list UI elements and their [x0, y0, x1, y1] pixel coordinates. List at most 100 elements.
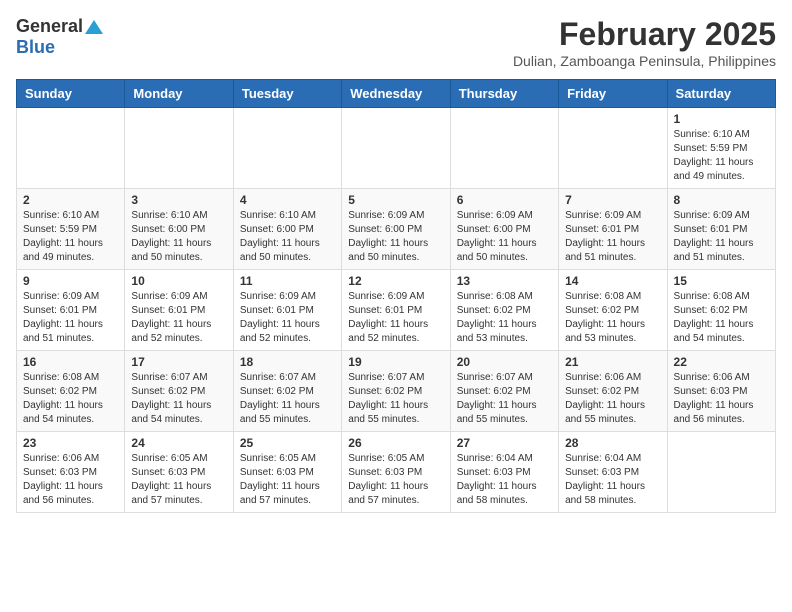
- day-info: Sunrise: 6:08 AM Sunset: 6:02 PM Dayligh…: [457, 290, 552, 346]
- day-info: Sunrise: 6:09 AM Sunset: 6:01 PM Dayligh…: [131, 290, 226, 346]
- day-info: Sunrise: 6:05 AM Sunset: 6:03 PM Dayligh…: [348, 452, 443, 508]
- day-number: 20: [457, 355, 552, 369]
- day-number: 19: [348, 355, 443, 369]
- day-info: Sunrise: 6:05 AM Sunset: 6:03 PM Dayligh…: [240, 452, 335, 508]
- day-info: Sunrise: 6:06 AM Sunset: 6:03 PM Dayligh…: [674, 371, 769, 427]
- day-info: Sunrise: 6:09 AM Sunset: 6:00 PM Dayligh…: [348, 209, 443, 265]
- page-title: February 2025: [513, 16, 776, 53]
- day-info: Sunrise: 6:09 AM Sunset: 6:01 PM Dayligh…: [348, 290, 443, 346]
- day-info: Sunrise: 6:04 AM Sunset: 6:03 PM Dayligh…: [565, 452, 660, 508]
- day-number: 18: [240, 355, 335, 369]
- calendar-week-2: 2Sunrise: 6:10 AM Sunset: 5:59 PM Daylig…: [17, 189, 776, 270]
- calendar-cell: [17, 108, 125, 189]
- calendar-cell: 23 Sunrise: 6:06 AM Sunset: 6:03 PM Dayli…: [17, 432, 125, 513]
- day-info: Sunrise: 6:04 AM Sunset: 6:03 PM Dayligh…: [457, 452, 552, 508]
- day-number: 7: [565, 193, 660, 207]
- calendar-cell: [667, 432, 775, 513]
- day-info: Sunrise: 6:08 AM Sunset: 6:02 PM Dayligh…: [565, 290, 660, 346]
- calendar-header-row: SundayMondayTuesdayWednesdayThursdayFrid…: [17, 80, 776, 108]
- day-number: 14: [565, 274, 660, 288]
- calendar-cell: [559, 108, 667, 189]
- day-number: 27: [457, 436, 552, 450]
- calendar-cell: 27 Sunrise: 6:04 AM Sunset: 6:03 PM Dayli…: [450, 432, 558, 513]
- day-number: 17: [131, 355, 226, 369]
- calendar-cell: 17 Sunrise: 6:07 AM Sunset: 6:02 PM Dayli…: [125, 351, 233, 432]
- day-info: Sunrise: 6:08 AM Sunset: 6:02 PM Dayligh…: [23, 371, 118, 427]
- calendar-cell: 21Sunrise: 6:06 AM Sunset: 6:02 PM Dayli…: [559, 351, 667, 432]
- weekday-header-monday: Monday: [125, 80, 233, 108]
- day-info: Sunrise: 6:10 AM Sunset: 6:00 PM Dayligh…: [131, 209, 226, 265]
- day-info: Sunrise: 6:08 AM Sunset: 6:02 PM Dayligh…: [674, 290, 769, 346]
- calendar-cell: 4 Sunrise: 6:10 AM Sunset: 6:00 PM Daylig…: [233, 189, 341, 270]
- weekday-header-friday: Friday: [559, 80, 667, 108]
- day-number: 22: [674, 355, 769, 369]
- day-info: Sunrise: 6:10 AM Sunset: 5:59 PM Dayligh…: [674, 128, 769, 184]
- weekday-header-sunday: Sunday: [17, 80, 125, 108]
- page-subtitle: Dulian, Zamboanga Peninsula, Philippines: [513, 53, 776, 69]
- day-number: 3: [131, 193, 226, 207]
- calendar-cell: [342, 108, 450, 189]
- calendar-cell: 5 Sunrise: 6:09 AM Sunset: 6:00 PM Daylig…: [342, 189, 450, 270]
- calendar-cell: 6 Sunrise: 6:09 AM Sunset: 6:00 PM Daylig…: [450, 189, 558, 270]
- calendar-cell: 26Sunrise: 6:05 AM Sunset: 6:03 PM Dayli…: [342, 432, 450, 513]
- calendar-week-4: 16 Sunrise: 6:08 AM Sunset: 6:02 PM Dayli…: [17, 351, 776, 432]
- day-number: 5: [348, 193, 443, 207]
- calendar-cell: 14 Sunrise: 6:08 AM Sunset: 6:02 PM Dayli…: [559, 270, 667, 351]
- day-number: 1: [674, 112, 769, 126]
- calendar-cell: 3 Sunrise: 6:10 AM Sunset: 6:00 PM Daylig…: [125, 189, 233, 270]
- calendar-cell: 8 Sunrise: 6:09 AM Sunset: 6:01 PM Daylig…: [667, 189, 775, 270]
- calendar-cell: 20 Sunrise: 6:07 AM Sunset: 6:02 PM Dayli…: [450, 351, 558, 432]
- page-header: General Blue February 2025 Dulian, Zambo…: [16, 16, 776, 69]
- day-info: Sunrise: 6:09 AM Sunset: 6:01 PM Dayligh…: [565, 209, 660, 265]
- calendar-cell: 16 Sunrise: 6:08 AM Sunset: 6:02 PM Dayli…: [17, 351, 125, 432]
- day-number: 10: [131, 274, 226, 288]
- day-number: 4: [240, 193, 335, 207]
- day-info: Sunrise: 6:07 AM Sunset: 6:02 PM Dayligh…: [131, 371, 226, 427]
- calendar-cell: 2Sunrise: 6:10 AM Sunset: 5:59 PM Daylig…: [17, 189, 125, 270]
- weekday-header-tuesday: Tuesday: [233, 80, 341, 108]
- calendar-cell: 12 Sunrise: 6:09 AM Sunset: 6:01 PM Dayli…: [342, 270, 450, 351]
- calendar-cell: 7 Sunrise: 6:09 AM Sunset: 6:01 PM Daylig…: [559, 189, 667, 270]
- weekday-header-wednesday: Wednesday: [342, 80, 450, 108]
- calendar-cell: 25Sunrise: 6:05 AM Sunset: 6:03 PM Dayli…: [233, 432, 341, 513]
- day-number: 9: [23, 274, 118, 288]
- day-number: 6: [457, 193, 552, 207]
- calendar-cell: 15 Sunrise: 6:08 AM Sunset: 6:02 PM Dayli…: [667, 270, 775, 351]
- calendar-week-5: 23 Sunrise: 6:06 AM Sunset: 6:03 PM Dayli…: [17, 432, 776, 513]
- day-info: Sunrise: 6:07 AM Sunset: 6:02 PM Dayligh…: [348, 371, 443, 427]
- calendar-cell: [233, 108, 341, 189]
- day-info: Sunrise: 6:10 AM Sunset: 6:00 PM Dayligh…: [240, 209, 335, 265]
- day-number: 12: [348, 274, 443, 288]
- calendar-cell: 18Sunrise: 6:07 AM Sunset: 6:02 PM Dayli…: [233, 351, 341, 432]
- day-number: 11: [240, 274, 335, 288]
- calendar-week-3: 9 Sunrise: 6:09 AM Sunset: 6:01 PM Daylig…: [17, 270, 776, 351]
- calendar-cell: 10 Sunrise: 6:09 AM Sunset: 6:01 PM Dayli…: [125, 270, 233, 351]
- calendar-cell: [125, 108, 233, 189]
- calendar-cell: 13Sunrise: 6:08 AM Sunset: 6:02 PM Dayli…: [450, 270, 558, 351]
- logo: General Blue: [16, 16, 103, 58]
- day-number: 15: [674, 274, 769, 288]
- day-info: Sunrise: 6:09 AM Sunset: 6:00 PM Dayligh…: [457, 209, 552, 265]
- day-number: 2: [23, 193, 118, 207]
- logo-general-text: General: [16, 16, 83, 37]
- day-info: Sunrise: 6:07 AM Sunset: 6:02 PM Dayligh…: [457, 371, 552, 427]
- weekday-header-saturday: Saturday: [667, 80, 775, 108]
- day-number: 23: [23, 436, 118, 450]
- day-number: 8: [674, 193, 769, 207]
- title-block: February 2025 Dulian, Zamboanga Peninsul…: [513, 16, 776, 69]
- calendar-cell: 28Sunrise: 6:04 AM Sunset: 6:03 PM Dayli…: [559, 432, 667, 513]
- logo-blue-text: Blue: [16, 37, 55, 58]
- day-info: Sunrise: 6:09 AM Sunset: 6:01 PM Dayligh…: [240, 290, 335, 346]
- logo-icon: [85, 18, 103, 36]
- day-info: Sunrise: 6:09 AM Sunset: 6:01 PM Dayligh…: [674, 209, 769, 265]
- day-number: 16: [23, 355, 118, 369]
- calendar-cell: 1 Sunrise: 6:10 AM Sunset: 5:59 PM Daylig…: [667, 108, 775, 189]
- calendar-week-1: 1 Sunrise: 6:10 AM Sunset: 5:59 PM Daylig…: [17, 108, 776, 189]
- calendar-cell: 11 Sunrise: 6:09 AM Sunset: 6:01 PM Dayli…: [233, 270, 341, 351]
- calendar-cell: [450, 108, 558, 189]
- calendar-table: SundayMondayTuesdayWednesdayThursdayFrid…: [16, 79, 776, 513]
- calendar-cell: 19 Sunrise: 6:07 AM Sunset: 6:02 PM Dayli…: [342, 351, 450, 432]
- day-info: Sunrise: 6:06 AM Sunset: 6:03 PM Dayligh…: [23, 452, 118, 508]
- calendar-cell: 22 Sunrise: 6:06 AM Sunset: 6:03 PM Dayli…: [667, 351, 775, 432]
- day-info: Sunrise: 6:09 AM Sunset: 6:01 PM Dayligh…: [23, 290, 118, 346]
